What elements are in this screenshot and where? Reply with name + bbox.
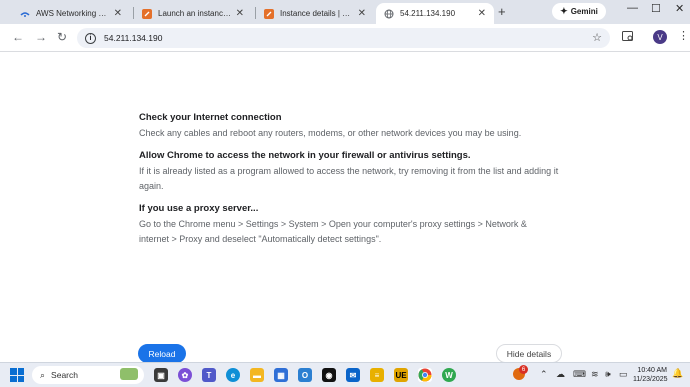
section-internet-connection: Check your Internet connection Check any… — [139, 110, 559, 141]
back-icon[interactable]: ← — [12, 30, 24, 44]
task-view-icon[interactable]: ▣ — [154, 368, 168, 382]
url-text: 54.211.134.190 — [104, 33, 163, 43]
tab-title: 54.211.134.190 — [400, 9, 456, 18]
maximize-icon[interactable]: ☐ — [651, 2, 661, 15]
gemini-button[interactable]: ✦ Gemini — [552, 3, 606, 20]
tab-title: Launch an instance | EC2 | u... — [158, 9, 232, 18]
tab-instance-details[interactable]: Instance details | EC2 | us-... ✕ — [256, 3, 374, 24]
volume-icon[interactable]: 🕪 — [605, 369, 611, 380]
globe-icon — [384, 9, 394, 19]
browser-toolbar: ← → ↻ i 54.211.134.190 ☆ — [0, 24, 690, 52]
keyboard-icon[interactable]: ⌨ — [573, 369, 586, 380]
section-proxy: If you use a proxy server... Go to the C… — [139, 201, 559, 247]
wifi-icon[interactable]: ≋ — [591, 369, 599, 380]
close-icon[interactable]: ✕ — [358, 8, 366, 19]
tab-title: AWS Networking Fundam... — [36, 9, 110, 18]
ec2-icon — [142, 8, 152, 19]
ue-app-icon[interactable]: UE — [394, 368, 408, 382]
close-icon[interactable]: ✕ — [236, 8, 244, 19]
taskbar-search[interactable]: ⌕ Search — [32, 366, 144, 384]
ec2-icon — [264, 8, 274, 19]
search-highlight-icon — [120, 368, 138, 380]
tab-launch-instance[interactable]: Launch an instance | EC2 | u... ✕ — [134, 3, 252, 24]
edge-icon[interactable]: e — [226, 368, 240, 382]
minimize-icon[interactable]: — — [627, 2, 638, 14]
bookmark-star-icon[interactable]: ☆ — [592, 31, 602, 44]
section-heading: Check your Internet connection — [139, 112, 282, 123]
profile-avatar[interactable]: V — [653, 30, 667, 44]
zoom-like-icon[interactable]: ◉ — [322, 368, 336, 382]
address-bar[interactable]: i 54.211.134.190 ☆ — [77, 28, 610, 48]
copilot-icon[interactable]: ✿ — [178, 368, 192, 382]
system-clock[interactable]: 10:40 AM 11/23/2025 — [633, 366, 668, 384]
section-body: If it is already listed as a program all… — [139, 166, 559, 191]
section-body: Go to the Chrome menu > Settings > Syste… — [139, 219, 527, 244]
clock-time: 10:40 AM — [637, 367, 667, 374]
section-body: Check any cables and reboot any routers,… — [139, 128, 522, 138]
window-close-icon[interactable]: ✕ — [675, 2, 684, 15]
teams-icon[interactable]: T — [202, 368, 216, 382]
onedrive-icon[interactable]: ☁ — [556, 369, 565, 380]
chevron-up-icon[interactable]: ⌃ — [540, 369, 548, 380]
site-info-icon[interactable]: i — [85, 32, 96, 44]
tab-current-page[interactable]: 54.211.134.190 ✕ — [376, 3, 494, 24]
notification-badge: 6 — [519, 365, 528, 374]
clock-date: 11/23/2025 — [633, 376, 668, 383]
hide-details-button[interactable]: Hide details — [496, 344, 562, 363]
reload-icon[interactable]: ↻ — [57, 30, 67, 44]
whatsapp-like-icon[interactable]: W — [442, 368, 456, 382]
tab-title: Instance details | EC2 | us-... — [280, 9, 354, 18]
notification-bell-icon[interactable]: 🔔 — [672, 368, 683, 379]
chrome-icon[interactable] — [418, 368, 432, 382]
close-icon[interactable]: ✕ — [114, 8, 122, 19]
store-icon[interactable]: ▦ — [274, 368, 288, 382]
kebab-menu-icon[interactable]: ⋮ — [678, 29, 689, 42]
search-icon: ⌕ — [40, 369, 46, 380]
notes-icon[interactable]: ≡ — [370, 368, 384, 382]
windows-taskbar: ⌕ Search ▣ ✿ T e ▬ ▦ O ◉ ✉ ≡ UE W 6 ⌃ ☁ … — [0, 362, 690, 387]
mail-icon[interactable]: ✉ — [346, 368, 360, 382]
gemini-sparkle-icon: ✦ — [560, 6, 568, 16]
tab-strip: AWS Networking Fundam... ✕ Launch an ins… — [0, 0, 690, 24]
windows-start-icon[interactable] — [10, 368, 24, 382]
aws-icon — [20, 9, 30, 19]
tab-aws-networking[interactable]: AWS Networking Fundam... ✕ — [12, 3, 130, 24]
gemini-label: Gemini — [570, 7, 598, 16]
outlook-icon[interactable]: O — [298, 368, 312, 382]
notification-app-icon[interactable]: 6 — [512, 365, 528, 381]
file-explorer-icon[interactable]: ▬ — [250, 368, 264, 382]
search-placeholder: Search — [51, 370, 78, 380]
reload-button[interactable]: Reload — [138, 344, 186, 363]
tab-search-icon[interactable] — [622, 31, 634, 45]
new-tab-icon[interactable]: + — [498, 4, 506, 19]
close-icon[interactable]: ✕ — [478, 8, 486, 19]
section-heading: Allow Chrome to access the network in yo… — [139, 150, 471, 161]
battery-icon[interactable]: ▭ — [619, 369, 628, 380]
forward-icon[interactable]: → — [35, 30, 47, 44]
error-details: Check your Internet connection Check any… — [139, 110, 559, 254]
section-heading: If you use a proxy server... — [139, 203, 259, 214]
section-firewall: Allow Chrome to access the network in yo… — [139, 148, 559, 194]
